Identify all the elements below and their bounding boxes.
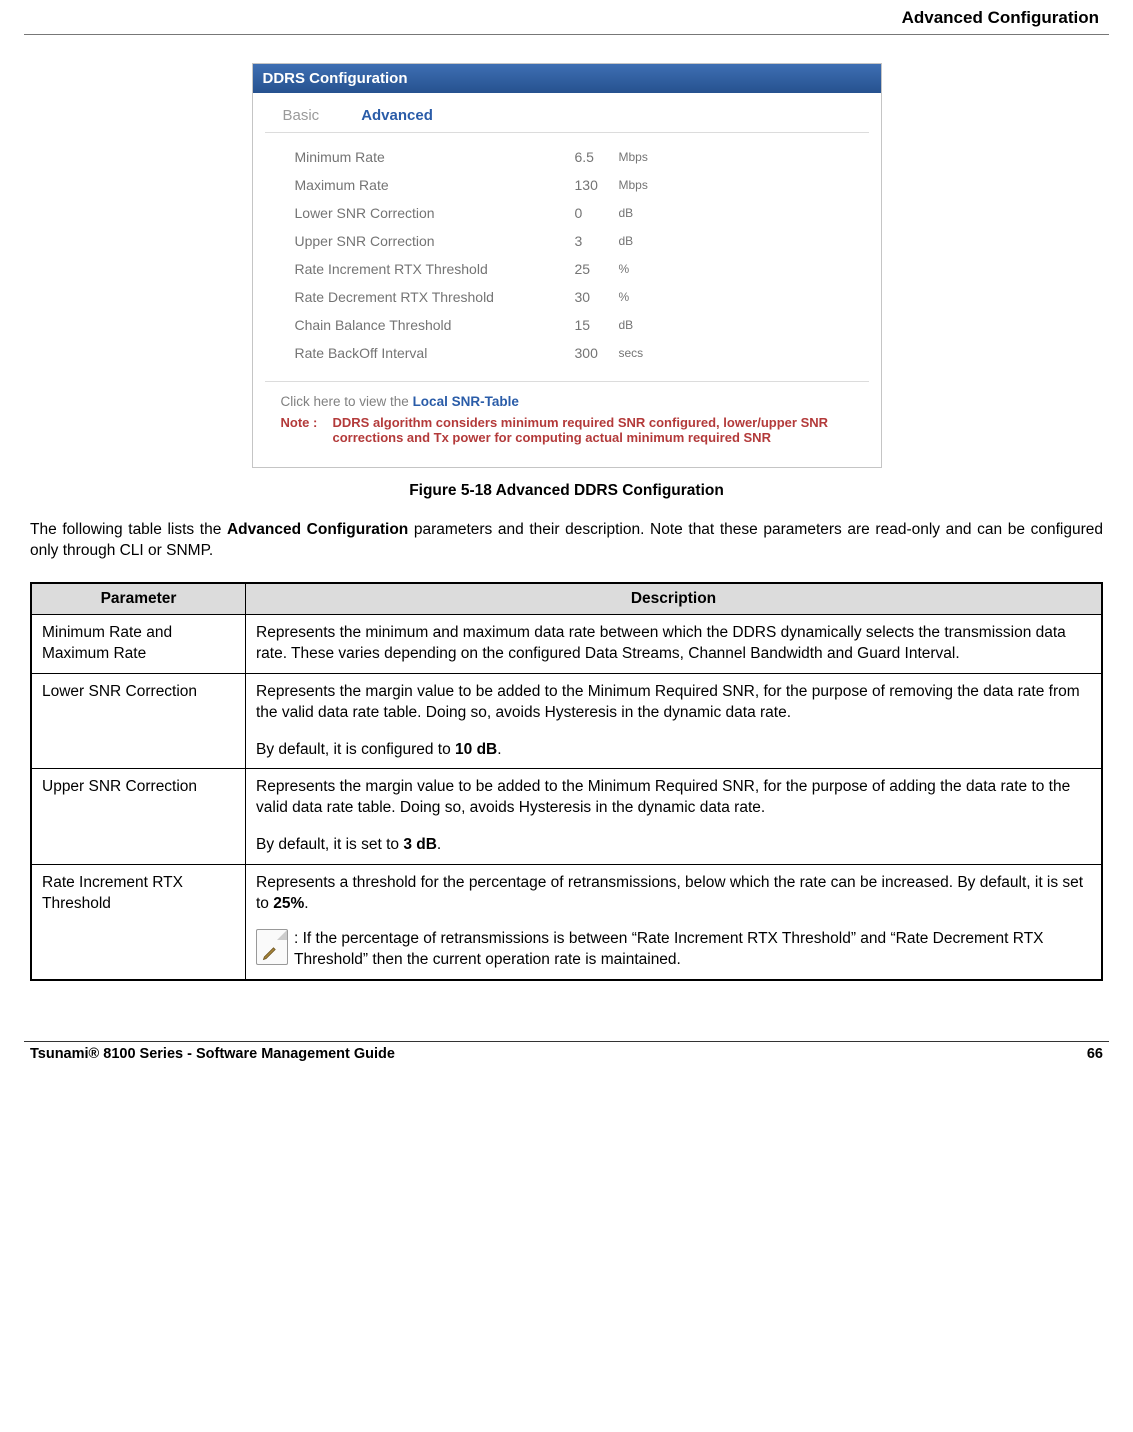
snr-link-prefix: Click here to view the [281, 394, 413, 409]
param-cell: Minimum Rate and Maximum Rate [31, 614, 246, 673]
desc-cell: Represents the margin value to be added … [246, 769, 1103, 865]
cfg-label: Chain Balance Threshold [295, 317, 575, 333]
cfg-row: Upper SNR Correction3dB [253, 227, 881, 255]
desc-cell: Represents the minimum and maximum data … [246, 614, 1103, 673]
cfg-row: Maximum Rate130Mbps [253, 171, 881, 199]
cfg-row: Lower SNR Correction0dB [253, 199, 881, 227]
th-description: Description [246, 583, 1103, 615]
cfg-label: Rate Increment RTX Threshold [295, 261, 575, 277]
cfg-label: Upper SNR Correction [295, 233, 575, 249]
cfg-row: Rate BackOff Interval300secs [253, 339, 881, 367]
footer-page-number: 66 [1087, 1046, 1103, 1062]
th-parameter: Parameter [31, 583, 246, 615]
cfg-value: 130 [575, 177, 615, 193]
ddrs-note-text: DDRS algorithm considers minimum require… [333, 415, 863, 445]
inline-note: : If the percentage of retransmissions i… [256, 929, 1091, 971]
ddrs-panel-title: DDRS Configuration [253, 64, 881, 93]
cfg-value: 0 [575, 205, 615, 221]
footer-rule [24, 1041, 1109, 1042]
table-row: Upper SNR Correction Represents the marg… [31, 769, 1102, 865]
cfg-row: Rate Increment RTX Threshold25% [253, 255, 881, 283]
cfg-label: Minimum Rate [295, 149, 575, 165]
cfg-unit: secs [615, 346, 644, 360]
param-cell: Rate Increment RTX Threshold [31, 865, 246, 980]
cfg-label: Maximum Rate [295, 177, 575, 193]
figure-caption: Figure 5-18 Advanced DDRS Configuration [24, 482, 1109, 500]
ddrs-panel: DDRS Configuration Basic Advanced Minimu… [252, 63, 882, 468]
tabs-underline [265, 132, 869, 133]
local-snr-table-link[interactable]: Local SNR-Table [413, 394, 519, 409]
cfg-row: Chain Balance Threshold15dB [253, 311, 881, 339]
cfg-label: Rate BackOff Interval [295, 345, 575, 361]
cfg-unit: Mbps [615, 150, 648, 164]
ddrs-tabs: Basic Advanced [253, 93, 881, 132]
cfg-value: 300 [575, 345, 615, 361]
parameter-table: Parameter Description Minimum Rate and M… [30, 582, 1103, 981]
cfg-unit: dB [615, 318, 634, 332]
footer-left: Tsunami® 8100 Series - Software Manageme… [30, 1046, 395, 1062]
ddrs-note: Note : DDRS algorithm considers minimum … [253, 409, 881, 445]
cfg-value: 30 [575, 289, 615, 305]
cfg-value: 15 [575, 317, 615, 333]
cfg-row: Rate Decrement RTX Threshold30% [253, 283, 881, 311]
note-page-pencil-icon [256, 929, 288, 965]
table-row: Minimum Rate and Maximum Rate Represents… [31, 614, 1102, 673]
inline-note-text: : If the percentage of retransmissions i… [294, 929, 1091, 971]
param-cell: Lower SNR Correction [31, 673, 246, 769]
cfg-value: 3 [575, 233, 615, 249]
param-cell: Upper SNR Correction [31, 769, 246, 865]
cfg-unit: % [615, 290, 630, 304]
cfg-value: 6.5 [575, 149, 615, 165]
ddrs-note-label: Note : [281, 415, 333, 445]
cfg-unit: % [615, 262, 630, 276]
cfg-label: Lower SNR Correction [295, 205, 575, 221]
intro-paragraph: The following table lists the Advanced C… [30, 520, 1103, 562]
desc-cell: Represents a threshold for the percentag… [246, 865, 1103, 980]
tab-basic[interactable]: Basic [283, 107, 320, 124]
cfg-row: Minimum Rate6.5Mbps [253, 143, 881, 171]
cfg-unit: Mbps [615, 178, 648, 192]
header-section-title: Advanced Configuration [24, 0, 1109, 30]
cfg-unit: dB [615, 206, 634, 220]
cfg-unit: dB [615, 234, 634, 248]
desc-cell: Represents the margin value to be added … [246, 673, 1103, 769]
snr-link-row: Click here to view the Local SNR-Table [265, 381, 869, 409]
cfg-value: 25 [575, 261, 615, 277]
table-row: Rate Increment RTX Threshold Represents … [31, 865, 1102, 980]
header-rule [24, 34, 1109, 35]
cfg-label: Rate Decrement RTX Threshold [295, 289, 575, 305]
tab-advanced[interactable]: Advanced [361, 107, 433, 124]
table-row: Lower SNR Correction Represents the marg… [31, 673, 1102, 769]
